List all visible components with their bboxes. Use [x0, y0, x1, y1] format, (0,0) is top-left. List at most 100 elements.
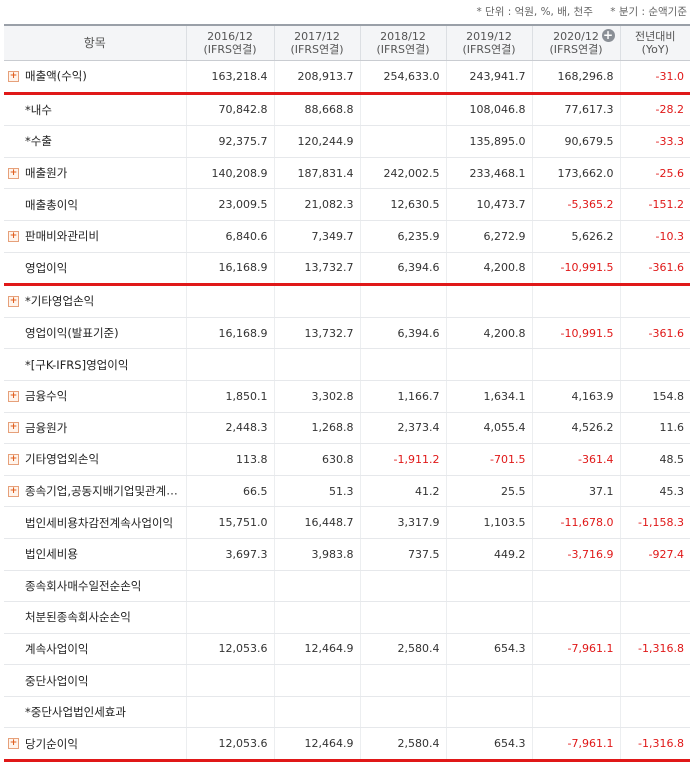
- value-cell: [185, 696, 274, 729]
- header-period-2018: 2018/12 (IFRS연결): [359, 24, 446, 61]
- value-cell: 6,235.9: [359, 220, 446, 253]
- value-cell: 113.8: [185, 443, 274, 476]
- row-label-cell[interactable]: + 기타영업외손익: [4, 443, 186, 476]
- yoy-cell: [619, 348, 690, 381]
- value-cell: 187,831.4: [273, 157, 360, 190]
- value-cell: 10,473.7: [445, 188, 532, 221]
- row-label-cell[interactable]: + 매출원가: [4, 157, 186, 190]
- add-period-plus-icon[interactable]: +: [601, 29, 615, 42]
- expand-plus-icon[interactable]: +: [8, 422, 19, 434]
- table-row: + 당기순이익 12,053.6 12,464.9 2,580.4 654.3 -7,961…: [4, 727, 690, 762]
- value-cell: [185, 348, 274, 381]
- table-row: 영업이익(발표기준) 16,168.9 13,732.7 6,394.6 4,200.8…: [4, 317, 690, 350]
- value-cell: 140,208.9: [185, 157, 274, 190]
- yoy-cell: -361.6: [619, 252, 690, 287]
- yoy-cell: -361.6: [619, 317, 690, 350]
- table-row: + 금융수익 1,850.1 3,302.8 1,166.7 1,634.1 4,163.9…: [4, 380, 690, 413]
- table-row: + 매출원가 140,208.9 187,831.4 242,002.5 233,468.…: [4, 157, 690, 190]
- expand-plus-icon[interactable]: +: [8, 230, 19, 242]
- row-label-cell[interactable]: + 금융수익: [4, 380, 186, 413]
- row-label-cell: 법인세비용차감전계속사업이익: [4, 506, 186, 539]
- yoy-cell: [619, 570, 690, 603]
- value-cell: 1,634.1: [445, 380, 532, 413]
- value-cell: [273, 601, 360, 634]
- value-cell: 15,751.0: [185, 506, 274, 539]
- header-period-2016: 2016/12 (IFRS연결): [185, 24, 274, 61]
- yoy-cell: 154.8: [619, 380, 690, 413]
- yoy-cell: 45.3: [619, 475, 690, 508]
- yoy-cell: -25.6: [619, 157, 690, 190]
- row-label: 처분된종속회사순손익: [25, 610, 131, 625]
- table-header-row: 항목 2016/12 (IFRS연결) 2017/12 (IFRS연결) 2018/…: [4, 24, 690, 61]
- table-row: + 매출액(수익) 163,218.4 208,913.7 254,633.0 243,9…: [4, 60, 690, 95]
- row-label: *기타영업손익: [25, 294, 95, 309]
- value-cell: 449.2: [445, 538, 532, 571]
- row-label: 금융수익: [25, 389, 68, 404]
- value-cell: 12,464.9: [273, 633, 360, 666]
- table-row: 영업이익 16,168.9 13,732.7 6,394.6 4,200.8 -10,99…: [4, 252, 690, 287]
- value-cell: 77,617.3: [531, 93, 620, 127]
- expand-plus-icon[interactable]: +: [8, 167, 19, 179]
- expand-plus-icon[interactable]: +: [8, 485, 19, 497]
- row-label-cell[interactable]: + 판매비와관리비: [4, 220, 186, 253]
- yoy-cell: -1,316.8: [619, 727, 690, 762]
- row-label-cell[interactable]: + 매출액(수익): [4, 60, 186, 95]
- value-cell: [445, 348, 532, 381]
- row-label: 매출액(수익): [25, 69, 87, 84]
- row-label-cell[interactable]: + *기타영업손익: [4, 284, 186, 318]
- value-cell: 3,302.8: [273, 380, 360, 413]
- expand-plus-icon[interactable]: +: [8, 453, 19, 465]
- row-label-cell: 영업이익(발표기준): [4, 317, 186, 350]
- value-cell: [359, 601, 446, 634]
- table-row: + *기타영업손익: [4, 284, 690, 318]
- header-period-2019: 2019/12 (IFRS연결): [445, 24, 532, 61]
- value-cell: 4,200.8: [445, 252, 532, 287]
- row-label-cell: 중단사업이익: [4, 664, 186, 697]
- value-cell: 4,200.8: [445, 317, 532, 350]
- value-cell: 173,662.0: [531, 157, 620, 190]
- value-cell: -3,716.9: [531, 538, 620, 571]
- table-row: *[구K-IFRS]영업이익: [4, 348, 690, 381]
- row-label-cell: 법인세비용: [4, 538, 186, 571]
- value-cell: 4,526.2: [531, 412, 620, 445]
- value-cell: [359, 664, 446, 697]
- value-cell: 654.3: [445, 633, 532, 666]
- value-cell: [185, 570, 274, 603]
- row-label-cell[interactable]: + 당기순이익: [4, 727, 186, 762]
- row-label-cell[interactable]: + 금융원가: [4, 412, 186, 445]
- value-cell: 168,296.8: [531, 60, 620, 95]
- value-cell: [445, 664, 532, 697]
- row-label: 금융원가: [25, 420, 68, 435]
- value-cell: 12,630.5: [359, 188, 446, 221]
- value-cell: -10,991.5: [531, 252, 620, 287]
- table-row: 계속사업이익 12,053.6 12,464.9 2,580.4 654.3 -7,961…: [4, 633, 690, 666]
- value-cell: [273, 570, 360, 603]
- expand-plus-icon[interactable]: +: [8, 295, 19, 307]
- header-period-2017: 2017/12 (IFRS연결): [273, 24, 360, 61]
- value-cell: 4,163.9: [531, 380, 620, 413]
- value-cell: 242,002.5: [359, 157, 446, 190]
- yoy-cell: [619, 601, 690, 634]
- yoy-cell: -1,316.8: [619, 633, 690, 666]
- value-cell: 3,983.8: [273, 538, 360, 571]
- row-label: 종속기업,공동지배기업및관계기업관련손익: [25, 484, 186, 499]
- expand-plus-icon[interactable]: +: [8, 70, 19, 82]
- yoy-cell: -1,158.3: [619, 506, 690, 539]
- expand-plus-icon[interactable]: +: [8, 738, 19, 750]
- expand-plus-icon[interactable]: +: [8, 390, 19, 402]
- yoy-cell: 48.5: [619, 443, 690, 476]
- yoy-cell: [619, 696, 690, 729]
- value-cell: [273, 664, 360, 697]
- value-cell: 2,373.4: [359, 412, 446, 445]
- value-cell: -7,961.1: [531, 727, 620, 762]
- row-label: *중단사업법인세효과: [25, 705, 126, 720]
- row-label-cell[interactable]: + 종속기업,공동지배기업및관계기업관련손익: [4, 475, 186, 508]
- value-cell: 12,053.6: [185, 633, 274, 666]
- table-row: + 금융원가 2,448.3 1,268.8 2,373.4 4,055.4 4,526.2…: [4, 412, 690, 445]
- table-row: 중단사업이익: [4, 664, 690, 697]
- row-label: 당기순이익: [25, 736, 78, 751]
- value-cell: [359, 348, 446, 381]
- value-cell: 1,268.8: [273, 412, 360, 445]
- value-cell: -11,678.0: [531, 506, 620, 539]
- value-cell: 13,732.7: [273, 252, 360, 287]
